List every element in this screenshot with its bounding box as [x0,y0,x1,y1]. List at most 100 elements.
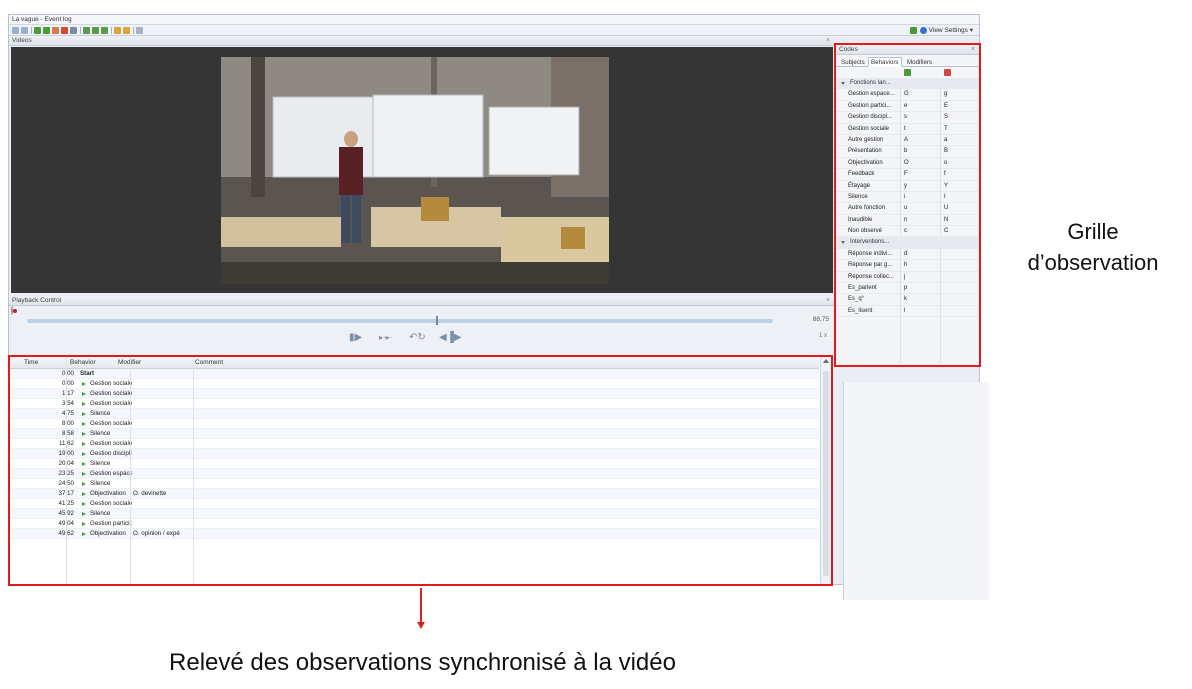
code-name: Réponse par g... [848,262,893,269]
collapse-icon[interactable] [841,241,845,245]
code-row[interactable]: Gestion espace... Gg [836,89,979,101]
code-group-row[interactable]: Interventions... [836,237,979,249]
column-header-behavior[interactable]: Behavior [70,357,96,369]
timeline-slider-thumb[interactable] [436,316,439,325]
add-event-icon[interactable] [34,27,41,34]
table-row[interactable]: 1,17 Gestion sociale [10,389,819,399]
tab-subjects[interactable]: Subjects [838,57,868,67]
table-row[interactable]: 19,00 Gestion disciplin [10,449,819,459]
help-icon[interactable] [920,27,927,34]
layout-grid-icon[interactable] [136,27,143,34]
code-row[interactable]: Inaudible n N [836,215,979,227]
code-row[interactable]: Réponse par g... h [836,260,979,272]
code-row[interactable]: Es_lisent l [836,306,979,318]
close-icon[interactable]: × [826,36,830,46]
tab-behaviors[interactable]: Behaviors [868,57,902,67]
zoom-in-icon[interactable] [83,27,90,34]
code-row[interactable]: Gestion partici... e E [836,101,979,113]
new-icon[interactable] [12,27,19,34]
code-row[interactable]: Objectivation Oo [836,158,979,170]
event-log-scrollbar[interactable] [820,357,831,584]
table-row[interactable]: 49,04 Gestion participa [10,519,819,529]
event-play-icon[interactable] [82,392,86,396]
event-play-icon[interactable] [82,502,86,506]
document-icon[interactable] [114,27,121,34]
stop-key: C [944,228,949,235]
code-row[interactable]: Autre gestion Aa [836,135,979,147]
add-code-icon[interactable] [904,69,911,76]
table-row[interactable]: 8,00 Gestion sociale [10,419,819,429]
event-play-icon[interactable] [82,402,86,406]
column-header-comment[interactable]: Comment [195,357,223,369]
delete-event-icon[interactable] [61,27,68,34]
event-play-icon[interactable] [82,422,86,426]
seek-icon[interactable]: ◀▐▶ [439,332,461,344]
event-play-icon[interactable] [82,442,86,446]
step-frame-icon[interactable]: ▸·▸· [379,332,392,344]
table-row[interactable]: 8,58 Silence [10,429,819,439]
zoom-out-icon[interactable] [92,27,99,34]
event-play-icon[interactable] [82,532,86,536]
table-row[interactable]: 3,54 Gestion sociale [10,399,819,409]
open-icon[interactable] [21,27,28,34]
code-row[interactable]: Présentation b B [836,146,979,158]
event-play-icon[interactable] [82,462,86,466]
scroll-thumb[interactable] [823,371,829,576]
code-row[interactable]: Es_parlent p [836,283,979,295]
insert-event-icon[interactable] [43,27,50,34]
table-row[interactable]: 41,25 Gestion sociale [10,499,819,509]
code-row[interactable]: Gestion sociale t T [836,124,979,135]
table-row[interactable]: 4,75 Silence [10,409,819,419]
code-row[interactable]: Silence i I [836,192,979,204]
record-button[interactable] [11,306,13,315]
scroll-up-icon[interactable] [823,359,829,363]
code-row[interactable]: Gestion discipl... s S [836,112,979,124]
view-settings-menu[interactable]: View Settings ▾ [929,25,973,36]
timeline-slider[interactable] [27,319,773,323]
play-pause-icon[interactable]: ▮▶ [349,332,362,344]
event-play-icon[interactable] [82,492,86,496]
code-group-row[interactable]: Fonctions lan... [836,78,979,90]
table-row[interactable]: 37,17 Objectivation O. devinette [10,489,819,499]
event-play-icon[interactable] [82,382,86,386]
playback-time: 88,75 [812,316,829,323]
table-row[interactable]: 24,50 Silence [10,479,819,489]
code-row[interactable]: Réponse collec... j [836,272,979,284]
edit-event-icon[interactable] [70,27,77,34]
table-row[interactable]: 45,92 Silence [10,509,819,519]
table-row[interactable]: 20,04 Silence [10,459,819,469]
report-icon[interactable] [123,27,130,34]
collapse-icon[interactable] [841,82,845,85]
event-play-icon[interactable] [82,482,86,486]
code-row[interactable]: Non observé c C [836,226,979,238]
event-play-icon[interactable] [82,452,86,456]
table-row[interactable]: 49,62 Objectivation O. opinion / expé [10,529,819,539]
table-row[interactable]: 0,00 Gestion sociale [10,379,819,389]
event-play-icon[interactable] [82,472,86,476]
column-header-time[interactable]: Time [24,357,38,369]
export-icon[interactable] [910,27,917,34]
table-row[interactable]: 0,00 Start [10,369,819,379]
playback-speed[interactable]: 1 x [819,333,827,339]
table-row[interactable]: 11,62 Gestion sociale [10,439,819,449]
code-row[interactable]: Réponse indivi... d [836,249,979,261]
event-time: 1,17 [61,390,74,397]
event-play-icon[interactable] [82,512,86,516]
start-key: b [904,148,908,155]
tab-modifiers[interactable]: Modifiers [904,57,935,67]
rewind-forward-icon[interactable]: ↶↻ [409,332,426,344]
delete-code-icon[interactable] [944,69,951,76]
close-icon[interactable]: × [971,45,975,55]
filter-icon[interactable] [101,27,108,34]
table-row[interactable]: 23,25 Gestion espace / [10,469,819,479]
remove-event-icon[interactable] [52,27,59,34]
code-row[interactable]: Étayage y Y [836,181,979,192]
event-play-icon[interactable] [82,432,86,436]
code-row[interactable]: Autre fonction u U [836,203,979,215]
event-play-icon[interactable] [82,522,86,526]
close-icon[interactable]: × [826,296,830,306]
video-frame[interactable] [221,57,609,284]
event-play-icon[interactable] [82,412,86,416]
code-row[interactable]: Es_q° k [836,294,979,306]
code-row[interactable]: Feedback Ff [836,169,979,181]
